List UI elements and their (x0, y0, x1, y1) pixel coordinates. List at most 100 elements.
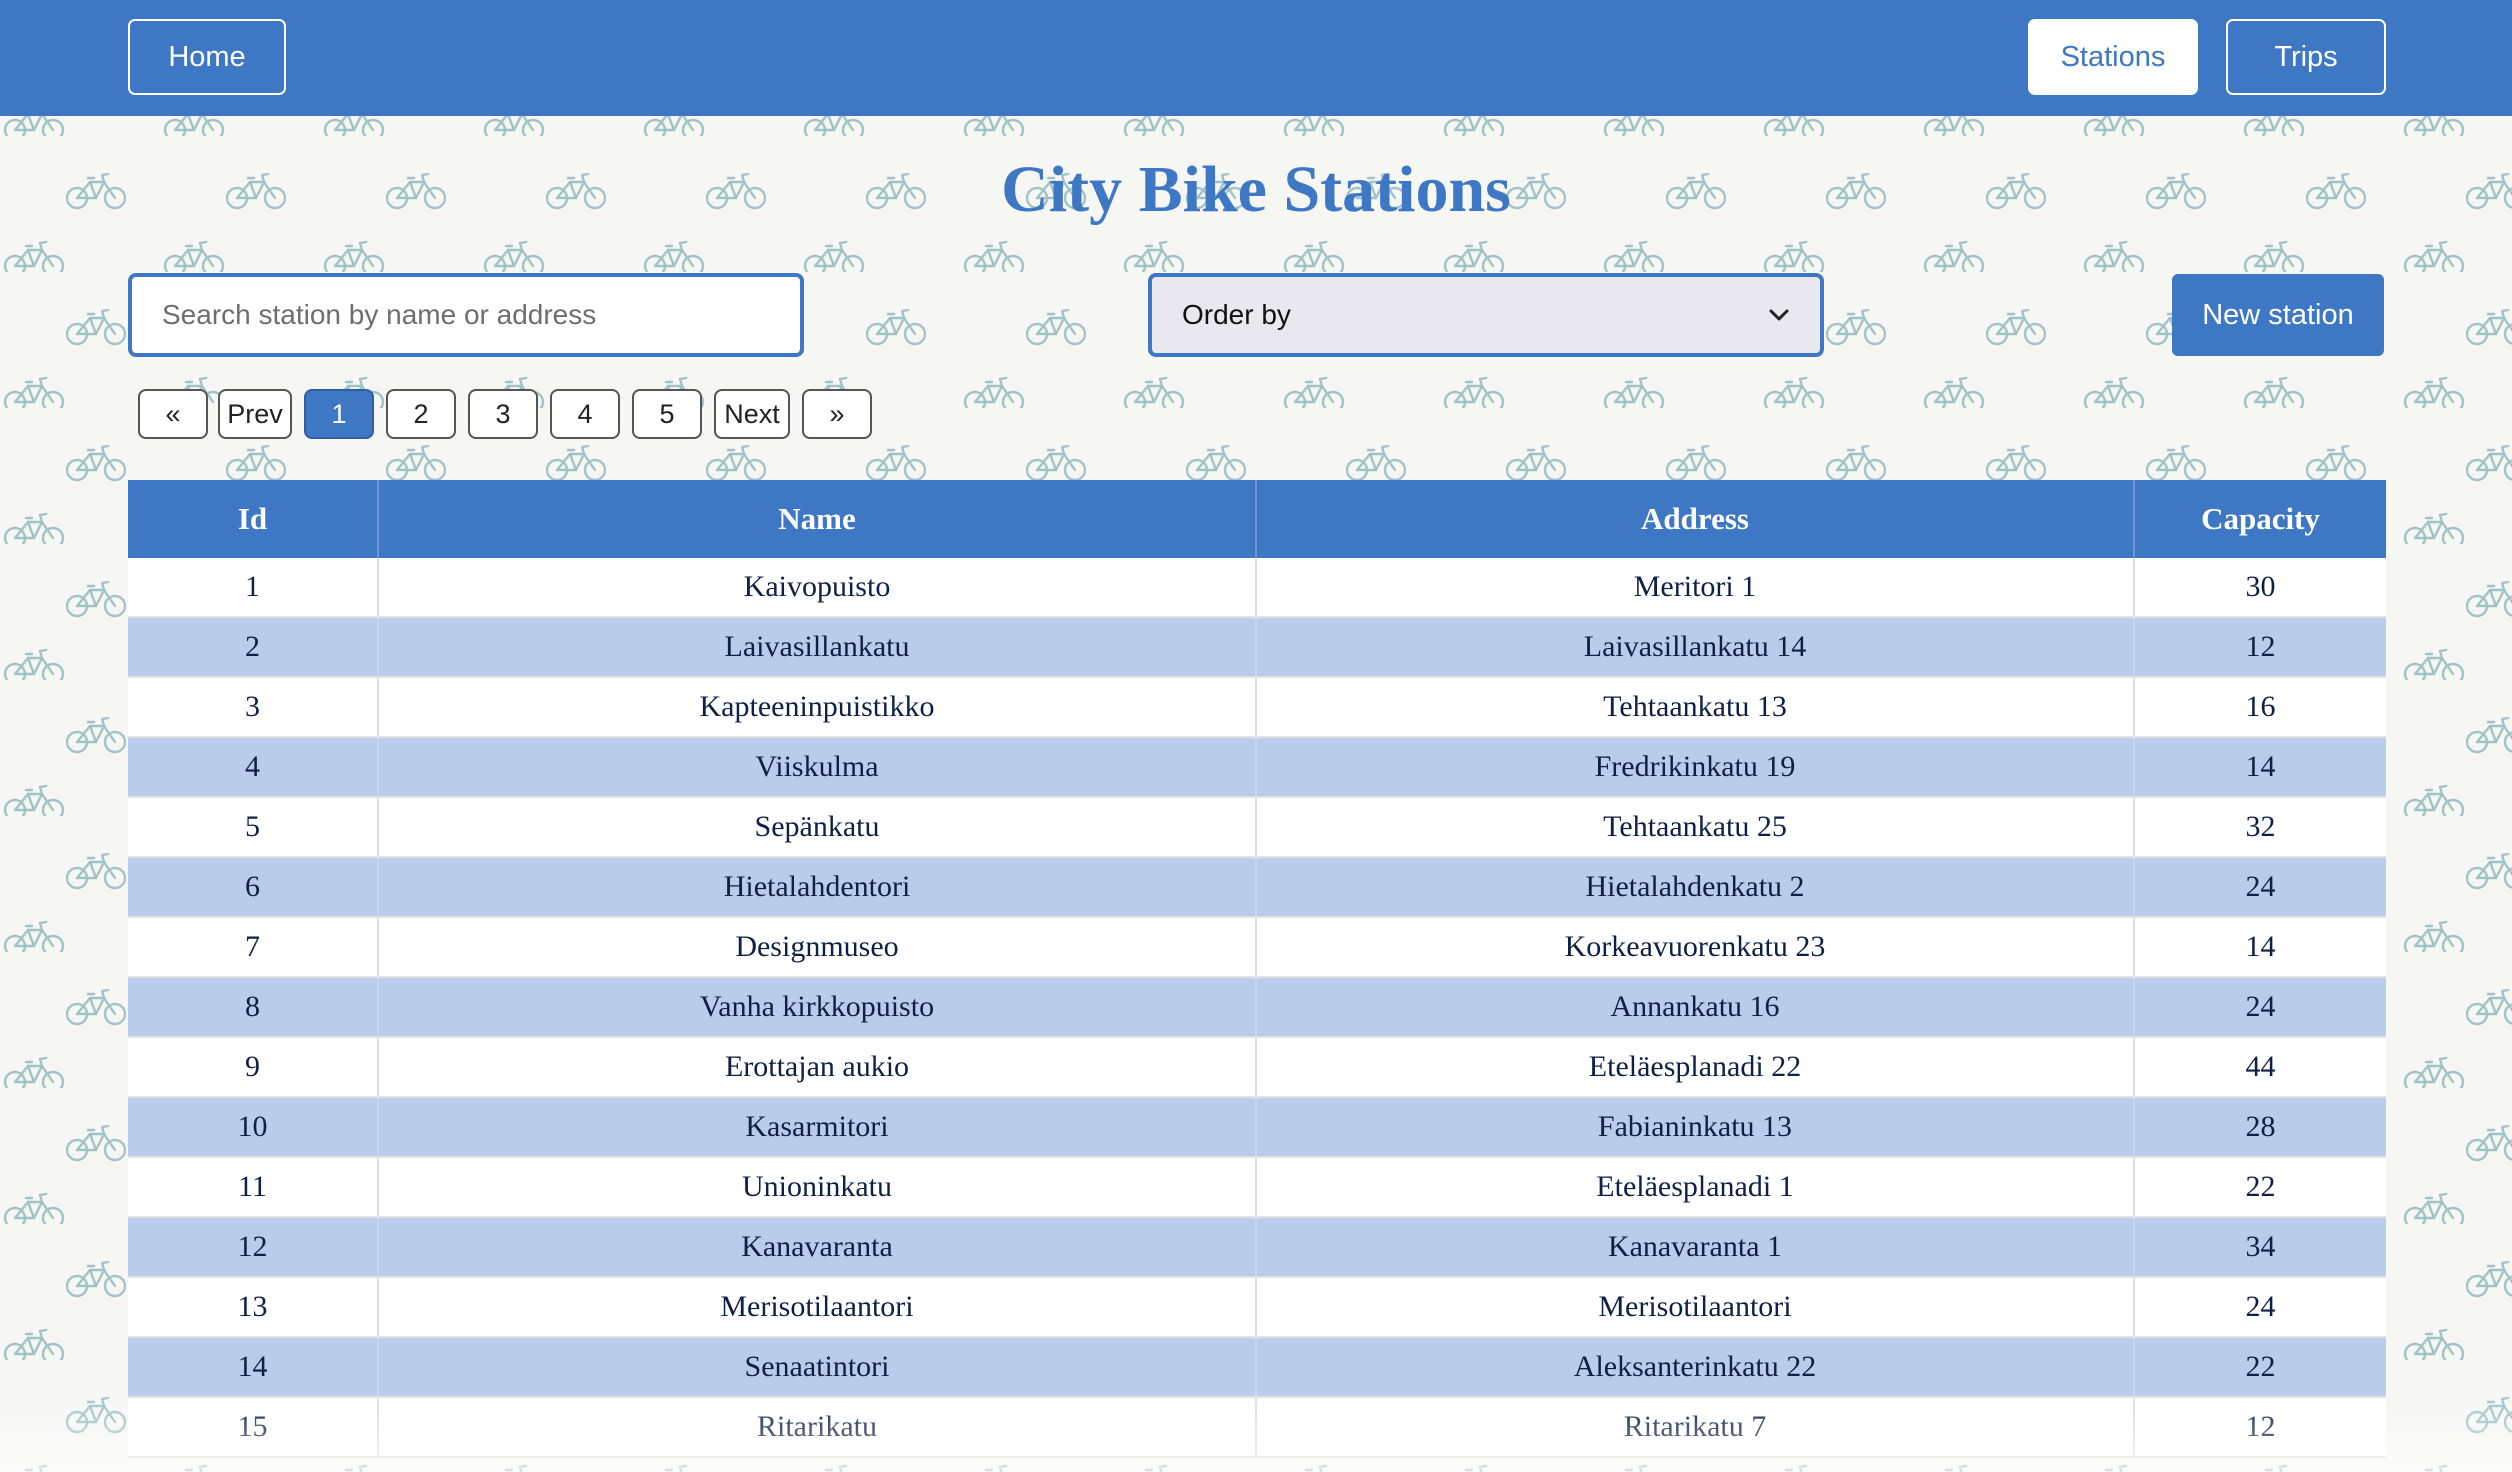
cell-name: Designmuseo (377, 917, 1256, 978)
cell-capacity: 44 (2133, 1037, 2386, 1098)
cell-address: Fredrikinkatu 19 (1255, 737, 2134, 798)
cell-address: Annankatu 16 (1255, 977, 2134, 1038)
cell-id: 14 (128, 1337, 378, 1398)
column-header-name[interactable]: Name (377, 480, 1256, 558)
table-row[interactable]: 3 Kapteeninpuistikko Tehtaankatu 13 16 (128, 677, 2386, 738)
chevron-down-icon (1769, 309, 1789, 321)
cell-name: Kasarmitori (377, 1097, 1256, 1158)
cell-address: Eteläesplanadi 1 (1255, 1157, 2134, 1218)
cell-capacity: 28 (2133, 1097, 2386, 1158)
cell-name: Laivasillankatu (377, 617, 1256, 678)
cell-address: Aleksanterinkatu 22 (1255, 1337, 2134, 1398)
cell-capacity: 14 (2133, 917, 2386, 978)
table-row[interactable]: 9 Erottajan aukio Eteläesplanadi 22 44 (128, 1037, 2386, 1098)
cell-address: Laivasillankatu 14 (1255, 617, 2134, 678)
cell-capacity: 12 (2133, 617, 2386, 678)
table-row[interactable]: 10 Kasarmitori Fabianinkatu 13 28 (128, 1097, 2386, 1158)
column-header-capacity[interactable]: Capacity (2133, 480, 2386, 558)
cell-id: 10 (128, 1097, 378, 1158)
table-header-row: Id Name Address Capacity (128, 480, 2386, 558)
cell-capacity: 24 (2133, 1277, 2386, 1338)
cell-name: Viiskulma (377, 737, 1256, 798)
cell-name: Vanha kirkkopuisto (377, 977, 1256, 1038)
cell-capacity: 12 (2133, 1397, 2386, 1458)
cell-capacity: 34 (2133, 1217, 2386, 1278)
table-row[interactable]: 15 Ritarikatu Ritarikatu 7 12 (128, 1397, 2386, 1458)
table-row[interactable]: 8 Vanha kirkkopuisto Annankatu 16 24 (128, 977, 2386, 1038)
cell-id: 15 (128, 1397, 378, 1458)
cell-capacity: 24 (2133, 857, 2386, 918)
cell-address: Tehtaankatu 25 (1255, 797, 2134, 858)
table-row[interactable]: 12 Kanavaranta Kanavaranta 1 34 (128, 1217, 2386, 1278)
cell-id: 1 (128, 558, 378, 618)
cell-name: Unioninkatu (377, 1157, 1256, 1218)
cell-name: Sepänkatu (377, 797, 1256, 858)
order-by-selected-value: Order by (1182, 299, 1291, 330)
table-body: 1 Kaivopuisto Meritori 1 30 2 Laivasillankatu… (128, 558, 2386, 1458)
trips-button[interactable]: Trips (2226, 19, 2386, 95)
stations-button[interactable]: Stations (2028, 19, 2198, 95)
cell-address: Fabianinkatu 13 (1255, 1097, 2134, 1158)
cell-id: 9 (128, 1037, 378, 1098)
column-header-id[interactable]: Id (128, 480, 378, 558)
pagination-page-5[interactable]: 5 (632, 389, 702, 439)
cell-address: Merisotilaantori (1255, 1277, 2134, 1338)
cell-id: 8 (128, 977, 378, 1038)
cell-name: Kaivopuisto (377, 558, 1256, 618)
cell-id: 7 (128, 917, 378, 978)
table-row[interactable]: 4 Viiskulma Fredrikinkatu 19 14 (128, 737, 2386, 798)
cell-id: 4 (128, 737, 378, 798)
cell-capacity: 14 (2133, 737, 2386, 798)
cell-capacity: 22 (2133, 1337, 2386, 1398)
pagination-page-3[interactable]: 3 (468, 389, 538, 439)
cell-id: 13 (128, 1277, 378, 1338)
cell-name: Merisotilaantori (377, 1277, 1256, 1338)
cell-address: Kanavaranta 1 (1255, 1217, 2134, 1278)
cell-name: Erottajan aukio (377, 1037, 1256, 1098)
cell-name: Ritarikatu (377, 1397, 1256, 1458)
stations-table: Id Name Address Capacity 1 Kaivopuisto Mer… (128, 480, 2386, 1458)
pagination-page-4[interactable]: 4 (550, 389, 620, 439)
cell-name: Hietalahdentori (377, 857, 1256, 918)
pagination-page-2[interactable]: 2 (386, 389, 456, 439)
cell-id: 12 (128, 1217, 378, 1278)
cell-name: Kapteeninpuistikko (377, 677, 1256, 738)
table-row[interactable]: 1 Kaivopuisto Meritori 1 30 (128, 558, 2386, 618)
cell-id: 3 (128, 677, 378, 738)
pagination-last-button[interactable]: » (802, 389, 872, 439)
cell-name: Kanavaranta (377, 1217, 1256, 1278)
order-by-select[interactable]: Order by (1148, 273, 1824, 357)
cell-capacity: 32 (2133, 797, 2386, 858)
cell-id: 5 (128, 797, 378, 858)
pagination-prev-button[interactable]: Prev (218, 389, 292, 439)
table-row[interactable]: 13 Merisotilaantori Merisotilaantori 24 (128, 1277, 2386, 1338)
top-navbar: Home Stations Trips (0, 0, 2512, 116)
search-input[interactable] (128, 273, 804, 357)
table-row[interactable]: 14 Senaatintori Aleksanterinkatu 22 22 (128, 1337, 2386, 1398)
cell-capacity: 30 (2133, 558, 2386, 618)
table-row[interactable]: 11 Unioninkatu Eteläesplanadi 1 22 (128, 1157, 2386, 1218)
cell-name: Senaatintori (377, 1337, 1256, 1398)
table-row[interactable]: 2 Laivasillankatu Laivasillankatu 14 12 (128, 617, 2386, 678)
pagination-page-1[interactable]: 1 (304, 389, 374, 439)
cell-id: 11 (128, 1157, 378, 1218)
table-row[interactable]: 5 Sepänkatu Tehtaankatu 25 32 (128, 797, 2386, 858)
table-row[interactable]: 7 Designmuseo Korkeavuorenkatu 23 14 (128, 917, 2386, 978)
table-row[interactable]: 6 Hietalahdentori Hietalahdenkatu 2 24 (128, 857, 2386, 918)
cell-id: 6 (128, 857, 378, 918)
page-title: City Bike Stations (1001, 153, 1511, 226)
cell-capacity: 16 (2133, 677, 2386, 738)
cell-id: 2 (128, 617, 378, 678)
cell-address: Korkeavuorenkatu 23 (1255, 917, 2134, 978)
cell-address: Meritori 1 (1255, 558, 2134, 618)
cell-capacity: 24 (2133, 977, 2386, 1038)
cell-address: Tehtaankatu 13 (1255, 677, 2134, 738)
pagination-first-button[interactable]: « (138, 389, 208, 439)
home-button[interactable]: Home (128, 19, 286, 95)
cell-capacity: 22 (2133, 1157, 2386, 1218)
cell-address: Eteläesplanadi 22 (1255, 1037, 2134, 1098)
column-header-address[interactable]: Address (1255, 480, 2134, 558)
new-station-button[interactable]: New station (2172, 274, 2384, 356)
pagination-next-button[interactable]: Next (714, 389, 790, 439)
cell-address: Ritarikatu 7 (1255, 1397, 2134, 1458)
